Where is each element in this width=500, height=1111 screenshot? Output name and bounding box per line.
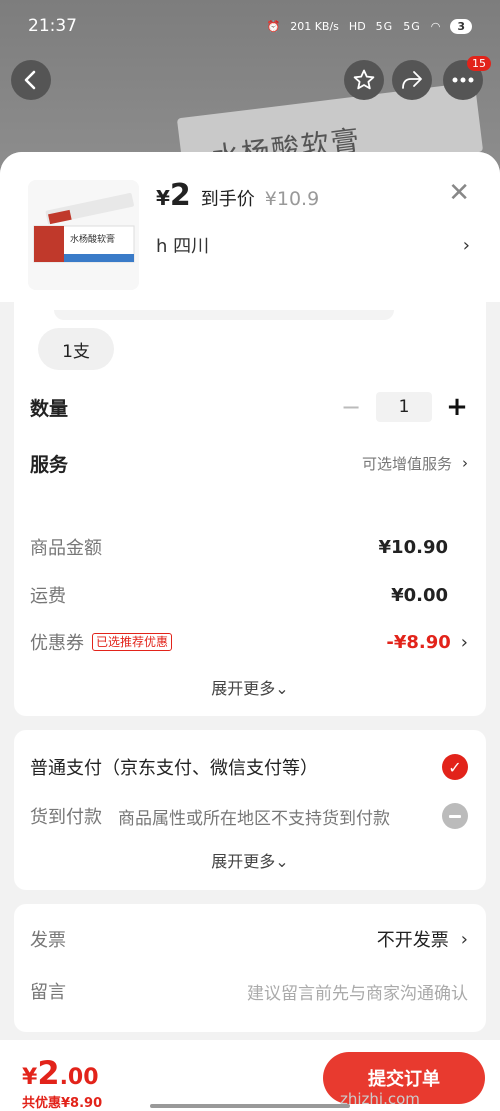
- quantity-row: 数量 − 1 +: [30, 392, 468, 422]
- back-button[interactable]: [11, 60, 51, 100]
- product-image-icon: 水杨酸软膏: [28, 180, 139, 290]
- chevron-right-icon: ›: [462, 234, 470, 256]
- service-label: 服务: [30, 453, 69, 476]
- share-button[interactable]: [392, 60, 432, 100]
- goods-amount-label: 商品金额: [30, 538, 102, 559]
- chevron-right-icon: ›: [460, 928, 468, 950]
- cod-description: 商品属性或所在地区不支持货到付款: [118, 808, 390, 829]
- goods-amount-value: ¥10.90: [378, 536, 448, 558]
- price-value: 2: [169, 178, 191, 213]
- address-selector[interactable]: h 四川 ›: [156, 232, 470, 258]
- status-bar: 21:37 ⏰ 201 KB/s HD 5G 5G ◠ 3: [0, 0, 500, 52]
- cod-label: 货到付款: [30, 807, 102, 828]
- chevron-left-icon: [24, 70, 36, 90]
- normal-pay-option[interactable]: 普通支付（京东支付、微信支付等） ✓: [30, 752, 468, 782]
- order-sheet: 水杨酸软膏 ¥2 到手价 ¥10.9 ✕ h 四川 › 1支 数量 − 1 + …: [0, 152, 500, 1111]
- original-price: ¥10.9: [264, 188, 320, 210]
- invoice-label: 发票: [30, 930, 66, 951]
- quantity-label: 数量: [30, 397, 69, 420]
- thumbnail-label: 水杨酸软膏: [70, 233, 115, 245]
- quantity-stepper: − 1 +: [340, 392, 468, 422]
- amount-expand-more[interactable]: 展开更多⌄: [14, 675, 486, 699]
- message-input[interactable]: 建议留言前先与商家沟通确认: [247, 979, 468, 1004]
- spec-option-chip[interactable]: 1支: [38, 328, 114, 370]
- coupon-label: 优惠券: [30, 633, 84, 654]
- bottom-bar: ¥2.00 共优惠¥8.90 提交订单: [0, 1040, 500, 1111]
- goods-amount-row: 商品金额 ¥10.90: [30, 532, 468, 562]
- message-label: 留言: [30, 982, 66, 1003]
- close-icon: ✕: [448, 178, 470, 208]
- home-indicator: [150, 1104, 350, 1108]
- total-decimal: .00: [59, 1065, 99, 1090]
- message-row: 留言 建议留言前先与商家沟通确认: [30, 976, 468, 1006]
- coupon-value: -¥8.90: [386, 631, 451, 653]
- disabled-icon: [442, 803, 468, 829]
- total-currency: ¥: [22, 1065, 38, 1090]
- price-tag: 到手价: [200, 189, 255, 210]
- chevron-right-icon: ›: [460, 631, 468, 653]
- service-value: 可选增值服务: [361, 454, 452, 473]
- total-discount: 共优惠¥8.90: [22, 1096, 103, 1111]
- net-speed: 201 KB/s: [290, 19, 339, 33]
- quantity-plus-button[interactable]: +: [446, 392, 468, 422]
- watermark: zhizhi.com: [340, 1090, 420, 1108]
- status-time: 21:37: [28, 16, 77, 36]
- cod-option: 货到付款 商品属性或所在地区不支持货到付款: [30, 801, 468, 831]
- signal-1-label: 5G: [375, 19, 394, 33]
- normal-pay-label: 普通支付（京东支付、微信支付等）: [30, 758, 318, 779]
- signal-2-label: 5G: [403, 19, 421, 33]
- quantity-input[interactable]: 1: [376, 392, 432, 422]
- payment-card: 普通支付（京东支付、微信支付等） ✓ 货到付款 商品属性或所在地区不支持货到付款…: [14, 730, 486, 890]
- invoice-card: 发票 不开发票 › 留言 建议留言前先与商家沟通确认: [14, 904, 486, 1032]
- product-header: 水杨酸软膏 ¥2 到手价 ¥10.9 ✕ h 四川 ›: [0, 152, 500, 302]
- spec-divider: [54, 310, 394, 320]
- final-price: ¥2: [156, 178, 191, 213]
- coupon-row[interactable]: 优惠券 已选推荐优惠 -¥8.90 ›: [30, 627, 468, 657]
- more-button[interactable]: 15: [443, 56, 491, 100]
- favorite-button[interactable]: [344, 60, 384, 100]
- close-button[interactable]: ✕: [448, 180, 470, 206]
- star-icon: [353, 69, 375, 90]
- invoice-row[interactable]: 发票 不开发票 ›: [30, 924, 468, 954]
- address-text: h 四川: [156, 236, 210, 257]
- check-icon: ✓: [442, 754, 468, 780]
- alarm-icon: ⏰: [266, 19, 281, 33]
- hd-icon: HD: [348, 19, 366, 33]
- total-integer: 2: [37, 1054, 60, 1092]
- amount-card: 商品金额 ¥10.90 运费 ¥0.00 优惠券 已选推荐优惠 -¥8.90 ›…: [14, 510, 486, 716]
- payment-expand-more[interactable]: 展开更多⌄: [14, 848, 486, 872]
- share-icon: [402, 71, 422, 89]
- price-row: ¥2 到手价 ¥10.9: [156, 178, 319, 213]
- product-thumbnail[interactable]: 水杨酸软膏: [28, 180, 139, 290]
- shipping-value: ¥0.00: [391, 584, 448, 606]
- shipping-label: 运费: [30, 586, 66, 607]
- battery-indicator: 3: [450, 18, 472, 34]
- notification-badge: 15: [467, 56, 491, 71]
- invoice-value: 不开发票: [376, 930, 449, 951]
- more-dots-icon: [452, 77, 474, 83]
- quantity-minus-button[interactable]: −: [340, 393, 362, 421]
- price-currency: ¥: [156, 186, 170, 210]
- coupon-tag: 已选推荐优惠: [92, 633, 173, 651]
- wifi-icon: ◠: [430, 19, 441, 33]
- chevron-right-icon: ›: [462, 454, 468, 472]
- service-row[interactable]: 服务 可选增值服务 ›: [30, 448, 468, 478]
- shipping-row: 运费 ¥0.00: [30, 580, 468, 610]
- total-price: ¥2.00: [22, 1054, 99, 1092]
